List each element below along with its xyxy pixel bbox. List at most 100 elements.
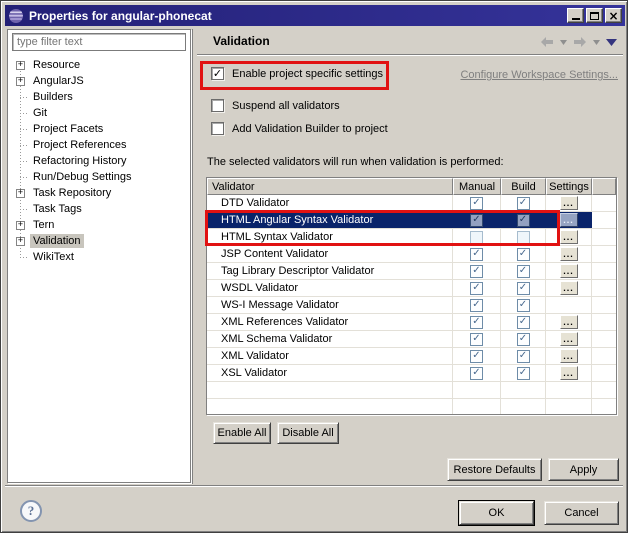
checked-checkbox[interactable]: ✓ — [516, 196, 530, 210]
enable-specific-checkbox[interactable]: ✓ — [211, 67, 224, 80]
view-menu-icon[interactable] — [606, 38, 617, 46]
settings-ellipsis-button[interactable]: ... — [559, 281, 578, 295]
sidebar-item-task-repository[interactable]: + Task Repository — [8, 185, 190, 201]
panel-sash[interactable] — [192, 29, 193, 484]
checked-checkbox[interactable]: ✓ — [470, 315, 483, 329]
checked-checkbox[interactable]: ✓ — [516, 366, 530, 380]
sidebar-item-label: Git — [33, 107, 48, 119]
enable-all-button[interactable]: Enable All — [213, 422, 271, 444]
add-builder-checkbox[interactable] — [211, 122, 224, 135]
checked-checkbox[interactable]: ✓ — [516, 281, 530, 295]
checked-checkbox[interactable]: ✓ — [470, 213, 483, 227]
checked-checkbox[interactable]: ✓ — [470, 332, 483, 346]
checked-checkbox[interactable]: ✓ — [470, 196, 483, 210]
settings-ellipsis-button[interactable]: ... — [559, 332, 578, 346]
restore-defaults-button[interactable]: Restore Defaults — [447, 458, 542, 481]
table-row-jsp-content-validator[interactable]: JSP Content Validator ✓ ✓... — [207, 246, 616, 263]
cancel-button[interactable]: Cancel — [544, 501, 619, 525]
checked-checkbox[interactable]: ✓ — [516, 264, 530, 278]
minimize-button[interactable] — [567, 8, 584, 23]
table-row-html-angular-syntax-validator[interactable]: HTML Angular Syntax Validator ✓ ✓... — [207, 212, 616, 229]
checked-checkbox[interactable]: ✓ — [516, 298, 530, 312]
ok-button[interactable]: OK — [458, 500, 535, 526]
settings-cell: ... — [546, 314, 592, 330]
filler-cell — [592, 263, 616, 279]
header-validator[interactable]: Validator — [207, 178, 453, 195]
settings-ellipsis-button[interactable]: ... — [559, 366, 578, 380]
empty-cell — [207, 382, 453, 398]
checked-checkbox[interactable]: ✓ — [470, 264, 483, 278]
validator-name: WSDL Validator — [207, 280, 453, 296]
checked-checkbox[interactable]: ✓ — [516, 247, 530, 261]
expand-plus-icon[interactable]: + — [16, 220, 25, 230]
checked-checkbox[interactable]: ✓ — [516, 213, 530, 227]
apply-button[interactable]: Apply — [548, 458, 619, 481]
checked-checkbox[interactable]: ✓ — [470, 281, 483, 295]
checked-checkbox[interactable]: ✓ — [516, 332, 530, 346]
back-dropdown-icon[interactable] — [560, 39, 567, 45]
help-icon[interactable]: ? — [20, 500, 42, 522]
empty-cell — [546, 399, 592, 414]
disable-all-button[interactable]: Disable All — [277, 422, 339, 444]
checked-checkbox[interactable]: ✓ — [470, 366, 483, 380]
table-row-xml-schema-validator[interactable]: XML Schema Validator ✓ ✓... — [207, 331, 616, 348]
expand-plus-icon[interactable]: + — [16, 60, 25, 70]
sidebar-item-git[interactable]: Git — [8, 105, 190, 121]
table-row-xml-validator[interactable]: XML Validator ✓ ✓... — [207, 348, 616, 365]
sidebar-item-task-tags[interactable]: Task Tags — [8, 201, 190, 217]
suspend-checkbox[interactable] — [211, 99, 224, 112]
build-cell: ✓ — [501, 246, 546, 262]
sidebar-item-project-references[interactable]: Project References — [8, 137, 190, 153]
checked-checkbox[interactable]: ✓ — [470, 247, 483, 261]
forward-dropdown-icon[interactable] — [593, 39, 600, 45]
sidebar-item-resource[interactable]: + Resource — [8, 57, 190, 73]
checked-checkbox[interactable]: ✓ — [470, 349, 483, 363]
header-settings[interactable]: Settings — [546, 178, 592, 195]
checked-checkbox[interactable]: ✓ — [516, 349, 530, 363]
sidebar-item-angularjs[interactable]: + AngularJS — [8, 73, 190, 89]
sidebar-item-run-debug-settings[interactable]: Run/Debug Settings — [8, 169, 190, 185]
sidebar-item-tern[interactable]: + Tern — [8, 217, 190, 233]
table-row-html-syntax-validator[interactable]: HTML Syntax Validator... — [207, 229, 616, 246]
checked-checkbox[interactable]: ✓ — [516, 315, 530, 329]
settings-ellipsis-button[interactable]: ... — [559, 247, 578, 261]
sidebar-item-builders[interactable]: Builders — [8, 89, 190, 105]
filler-cell — [592, 195, 616, 211]
sidebar-item-project-facets[interactable]: Project Facets — [8, 121, 190, 137]
settings-ellipsis-button[interactable]: ... — [559, 213, 578, 227]
settings-ellipsis-button[interactable]: ... — [559, 196, 578, 210]
sidebar-item-wikitext[interactable]: WikiText — [8, 249, 190, 265]
settings-cell: ... — [546, 365, 592, 381]
unchecked-checkbox[interactable] — [516, 230, 530, 244]
settings-ellipsis-button[interactable]: ... — [559, 230, 578, 244]
manual-cell: ✓ — [453, 263, 501, 279]
expand-plus-icon[interactable]: + — [16, 236, 25, 246]
build-cell: ✓ — [501, 263, 546, 279]
title-bar[interactable]: Properties for angular-phonecat × — [5, 5, 625, 26]
maximize-button[interactable] — [586, 8, 603, 23]
eclipse-app-icon — [8, 8, 24, 24]
minimize-icon — [571, 18, 580, 20]
filter-input[interactable] — [12, 33, 186, 51]
header-build[interactable]: Build — [501, 178, 546, 195]
table-row-ws-i-message-validator[interactable]: WS-I Message Validator ✓ ✓ — [207, 297, 616, 314]
unchecked-checkbox[interactable] — [470, 230, 483, 244]
forward-arrow-icon[interactable] — [573, 36, 587, 48]
table-row-dtd-validator[interactable]: DTD Validator ✓ ✓... — [207, 195, 616, 212]
checked-checkbox[interactable]: ✓ — [470, 298, 483, 312]
sidebar-item-refactoring-history[interactable]: Refactoring History — [8, 153, 190, 169]
header-manual[interactable]: Manual — [453, 178, 501, 195]
close-button[interactable]: × — [605, 8, 622, 23]
expand-plus-icon[interactable]: + — [16, 76, 25, 86]
table-row-wsdl-validator[interactable]: WSDL Validator ✓ ✓... — [207, 280, 616, 297]
table-row-tag-library-descriptor-validator[interactable]: Tag Library Descriptor Validator ✓ ✓... — [207, 263, 616, 280]
table-row-xsl-validator[interactable]: XSL Validator ✓ ✓... — [207, 365, 616, 382]
settings-ellipsis-button[interactable]: ... — [559, 349, 578, 363]
settings-ellipsis-button[interactable]: ... — [559, 315, 578, 329]
back-arrow-icon[interactable] — [540, 36, 554, 48]
sidebar-item-validation[interactable]: + Validation — [8, 233, 190, 249]
configure-workspace-link[interactable]: Configure Workspace Settings... — [460, 69, 618, 81]
expand-plus-icon[interactable]: + — [16, 188, 25, 198]
table-row-xml-references-validator[interactable]: XML References Validator ✓ ✓... — [207, 314, 616, 331]
settings-ellipsis-button[interactable]: ... — [559, 264, 578, 278]
